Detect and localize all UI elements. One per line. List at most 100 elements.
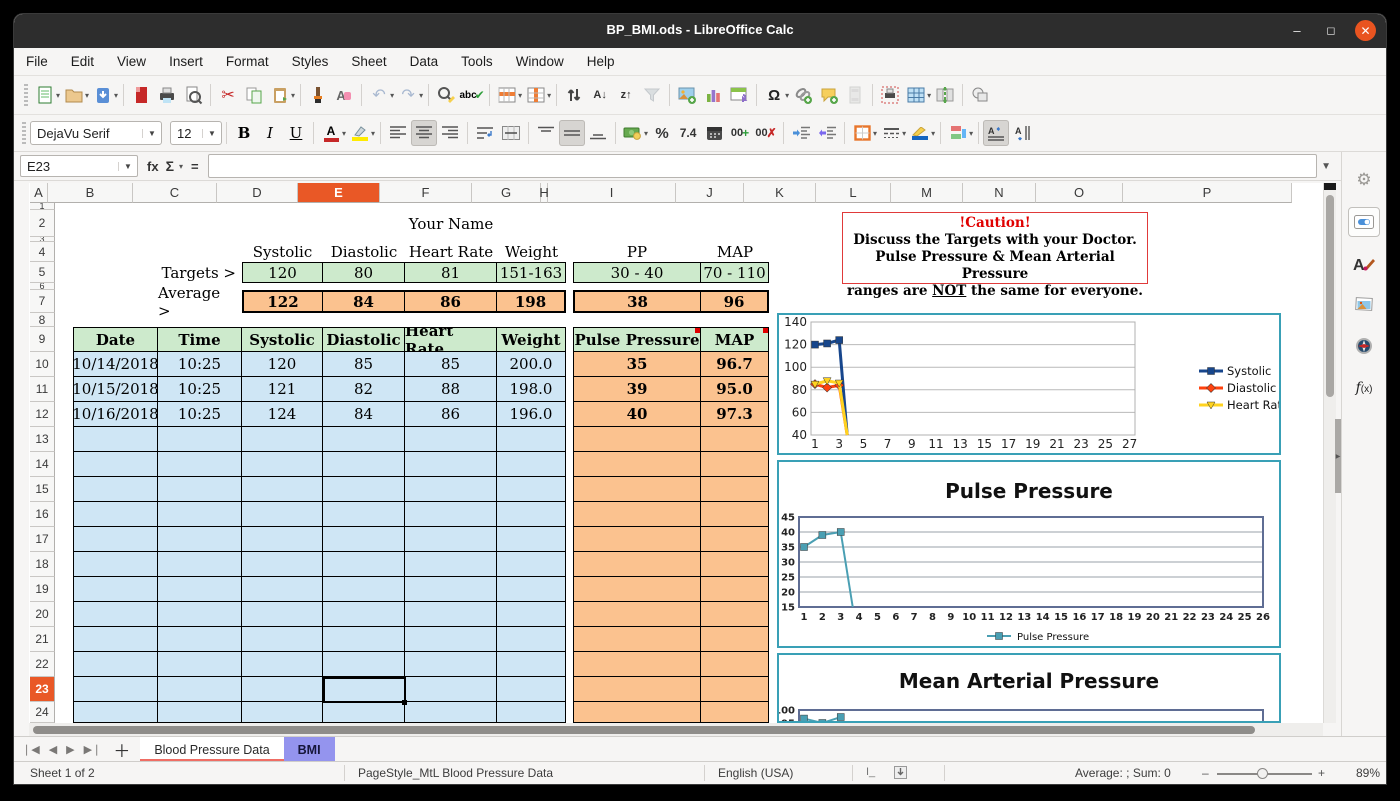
table-cell-B12[interactable]: 10/16/2018 xyxy=(73,402,158,427)
row-header-23[interactable]: 23 xyxy=(30,677,55,702)
table-cell-D24[interactable] xyxy=(242,702,323,723)
table-cell-J12[interactable]: 97.3 xyxy=(701,402,769,427)
table-cell-J11[interactable]: 95.0 xyxy=(701,377,769,402)
table-cell-B20[interactable] xyxy=(73,602,158,627)
table-cell-J16[interactable] xyxy=(701,502,769,527)
column-header-C[interactable]: C xyxy=(133,183,217,203)
table-cell-F17[interactable] xyxy=(405,527,497,552)
table-cell-D15[interactable] xyxy=(242,477,323,502)
table-cell-E16[interactable] xyxy=(323,502,405,527)
table-cell-E15[interactable] xyxy=(323,477,405,502)
table-cell-G13[interactable] xyxy=(497,427,566,452)
table-cell-F12[interactable]: 86 xyxy=(405,402,497,427)
row-header-22[interactable]: 22 xyxy=(30,652,55,677)
table-cell-I10[interactable]: 35 xyxy=(573,352,701,377)
row-header-1[interactable]: 1 xyxy=(30,203,55,210)
table-cell-C14[interactable] xyxy=(158,452,242,477)
bold-icon[interactable]: B xyxy=(231,120,257,146)
column-header-I[interactable]: I xyxy=(548,183,676,203)
table-cell-C12[interactable]: 10:25 xyxy=(158,402,242,427)
table-cell-I13[interactable] xyxy=(573,427,701,452)
table-cell-F21[interactable] xyxy=(405,627,497,652)
vertical-split-handle[interactable] xyxy=(1324,183,1336,190)
name-box[interactable]: E23▼ xyxy=(20,155,138,177)
column-header-G[interactable]: G xyxy=(472,183,541,203)
spell-check-icon[interactable]: abc✔ xyxy=(459,82,485,108)
sum-icon[interactable]: Σ xyxy=(166,158,174,174)
toolbar-grip2[interactable] xyxy=(22,122,26,144)
table-cell-C23[interactable] xyxy=(158,677,242,702)
row-header-6[interactable]: 6 xyxy=(30,283,55,290)
table-cell-J17[interactable] xyxy=(701,527,769,552)
target-cell-G5[interactable]: 151-163 xyxy=(497,262,566,283)
row-header-5[interactable]: 5 xyxy=(30,262,55,283)
table-cell-G14[interactable] xyxy=(497,452,566,477)
table-header-date[interactable]: Date xyxy=(73,327,158,352)
row-header-9[interactable]: 9 xyxy=(30,327,55,352)
row-header-21[interactable]: 21 xyxy=(30,627,55,652)
table-cell-F15[interactable] xyxy=(405,477,497,502)
table-cell-G12[interactable]: 196.0 xyxy=(497,402,566,427)
zoom-slider-knob[interactable] xyxy=(1257,768,1268,779)
table-cell-D13[interactable] xyxy=(242,427,323,452)
pivot-table-icon[interactable] xyxy=(726,82,752,108)
table-cell-F10[interactable]: 85 xyxy=(405,352,497,377)
sidebar-gallery-icon[interactable] xyxy=(1349,291,1379,319)
table-cell-C21[interactable] xyxy=(158,627,242,652)
table-cell-I21[interactable] xyxy=(573,627,701,652)
targets-label[interactable]: Targets > xyxy=(158,262,236,283)
table-cell-D20[interactable] xyxy=(242,602,323,627)
table-cell-C22[interactable] xyxy=(158,652,242,677)
previous-sheet-icon[interactable]: ◀ xyxy=(49,743,57,756)
close-button[interactable]: ✕ xyxy=(1355,20,1376,41)
table-cell-B13[interactable] xyxy=(73,427,158,452)
table-cell-G16[interactable] xyxy=(497,502,566,527)
clear-formatting-icon[interactable]: A xyxy=(331,82,357,108)
insert-row-icon[interactable] xyxy=(494,82,520,108)
function-wizard-icon[interactable]: fx xyxy=(147,159,159,174)
row-header-20[interactable]: 20 xyxy=(30,602,55,627)
wrap-text-icon[interactable] xyxy=(472,120,498,146)
table-cell-G10[interactable]: 200.0 xyxy=(497,352,566,377)
table-cell-F16[interactable] xyxy=(405,502,497,527)
selected-cell-E23[interactable] xyxy=(323,677,406,703)
menu-file[interactable]: File xyxy=(26,54,48,69)
table-cell-C19[interactable] xyxy=(158,577,242,602)
find-replace-icon[interactable] xyxy=(433,82,459,108)
row-header-4[interactable]: 4 xyxy=(30,242,55,262)
column-header-N[interactable]: N xyxy=(963,183,1036,203)
table-cell-B17[interactable] xyxy=(73,527,158,552)
menu-help[interactable]: Help xyxy=(587,54,615,69)
table-cell-D12[interactable]: 124 xyxy=(242,402,323,427)
column-header-H[interactable]: H xyxy=(541,183,548,203)
font-size-dropdown[interactable]: ▼ xyxy=(202,129,221,138)
print-area-icon[interactable] xyxy=(877,82,903,108)
borders-icon[interactable] xyxy=(849,120,875,146)
menu-sheet[interactable]: Sheet xyxy=(351,54,386,69)
font-size-combo[interactable]: 12▼ xyxy=(170,121,222,145)
table-cell-E13[interactable] xyxy=(323,427,405,452)
your-name-cell[interactable]: Your Name xyxy=(405,210,497,237)
table-cell-D18[interactable] xyxy=(242,552,323,577)
table-cell-E11[interactable]: 82 xyxy=(323,377,405,402)
autofilter-icon[interactable] xyxy=(639,82,665,108)
table-cell-C13[interactable] xyxy=(158,427,242,452)
table-header-weight[interactable]: Weight xyxy=(497,327,566,352)
average-cell-D7[interactable]: 122 xyxy=(242,290,323,313)
table-cell-C15[interactable] xyxy=(158,477,242,502)
header-systolic[interactable]: Systolic xyxy=(242,242,323,262)
cut-icon[interactable]: ✂ xyxy=(215,82,241,108)
percent-icon[interactable]: % xyxy=(649,120,675,146)
text-direction-ltr-icon[interactable]: A xyxy=(983,120,1009,146)
table-cell-J15[interactable] xyxy=(701,477,769,502)
table-header-map[interactable]: MAP xyxy=(701,327,769,352)
header-heart-rate[interactable]: Heart Rate xyxy=(405,242,497,262)
column-header-M[interactable]: M xyxy=(891,183,963,203)
align-top-icon[interactable] xyxy=(533,120,559,146)
equals-icon[interactable]: = xyxy=(191,159,199,174)
table-cell-J22[interactable] xyxy=(701,652,769,677)
selection-summary[interactable]: Average: ; Sum: 0 xyxy=(1075,766,1171,780)
menu-styles[interactable]: Styles xyxy=(292,54,329,69)
horizontal-scrollbar-thumb[interactable] xyxy=(33,726,1255,734)
table-cell-B22[interactable] xyxy=(73,652,158,677)
